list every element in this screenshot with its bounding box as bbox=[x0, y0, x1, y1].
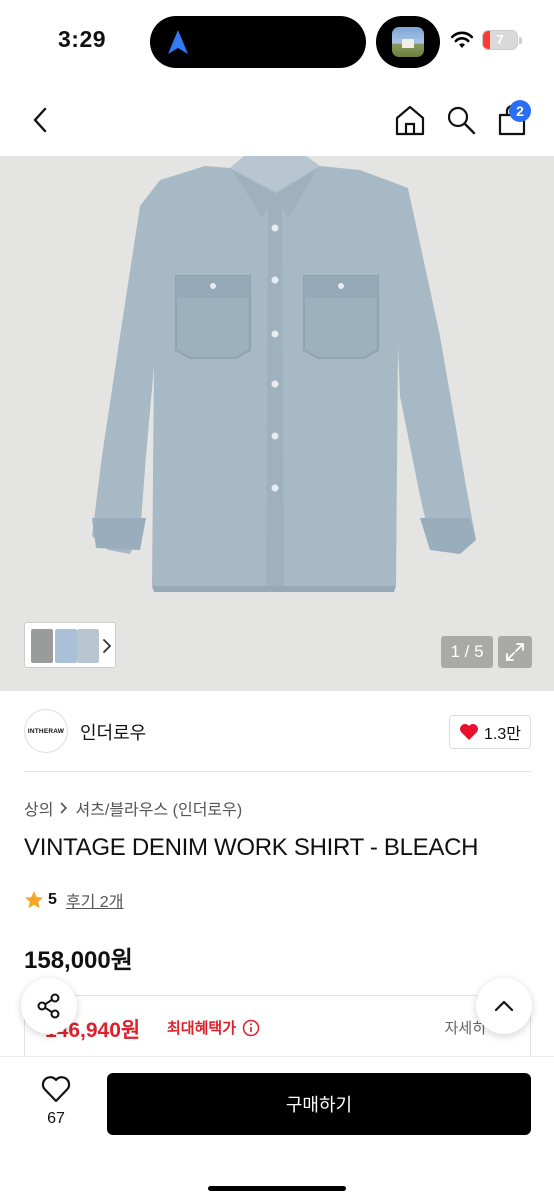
thumbnail-gray[interactable] bbox=[31, 629, 53, 663]
battery-percent: 7 bbox=[496, 32, 504, 47]
bottom-action-bar: 67 구매하기 bbox=[0, 1056, 554, 1200]
wishlist-count: 67 bbox=[47, 1110, 65, 1127]
scroll-top-button[interactable] bbox=[476, 978, 532, 1034]
back-icon bbox=[33, 107, 47, 133]
home-button[interactable] bbox=[392, 100, 428, 140]
brand-row[interactable]: INTHERAW 인더로우 1.3만 bbox=[24, 707, 531, 757]
product-title: VINTAGE DENIM WORK SHIRT - BLEACH bbox=[24, 834, 479, 861]
divider bbox=[24, 771, 531, 772]
product-photo bbox=[92, 156, 476, 592]
max-benefit-box[interactable]: 146,940원 최대혜택가 자세히 bbox=[24, 995, 531, 1065]
status-time: 3:29 bbox=[58, 26, 107, 52]
breadcrumb-level2[interactable]: 셔츠/블라우스 (인더로우) bbox=[75, 796, 242, 820]
benefit-label: 최대혜택가 bbox=[167, 1017, 260, 1038]
live-activity-thumbnail bbox=[392, 27, 424, 57]
thumbnail-strip[interactable] bbox=[24, 622, 116, 668]
wishlist-button[interactable]: 67 bbox=[28, 1075, 84, 1135]
chevron-up-icon bbox=[494, 1000, 514, 1012]
battery-cap bbox=[519, 37, 522, 44]
back-button[interactable] bbox=[22, 102, 58, 138]
share-button[interactable] bbox=[21, 978, 77, 1034]
expand-icon bbox=[506, 643, 524, 661]
brand-logo[interactable]: INTHERAW bbox=[24, 709, 68, 753]
thumbnail-light[interactable] bbox=[77, 629, 99, 663]
buy-button[interactable]: 구매하기 bbox=[107, 1073, 531, 1135]
brand-like-count: 1.3만 bbox=[484, 726, 521, 743]
rating-row: 5 후기 2개 bbox=[24, 888, 123, 912]
live-activity-pill bbox=[376, 16, 440, 68]
chevron-right-icon bbox=[60, 802, 68, 814]
dynamic-island bbox=[150, 16, 366, 68]
expand-button[interactable] bbox=[498, 636, 532, 668]
home-indicator bbox=[208, 1186, 346, 1191]
heart-icon bbox=[460, 724, 479, 740]
app-header bbox=[0, 84, 554, 156]
product-image-gallery[interactable]: 1 / 5 bbox=[0, 156, 554, 691]
share-icon bbox=[37, 993, 60, 1019]
review-link[interactable]: 후기 2개 bbox=[66, 888, 124, 912]
thumbnail-blue[interactable] bbox=[55, 629, 77, 663]
star-icon bbox=[25, 891, 43, 909]
info-icon[interactable] bbox=[242, 1019, 260, 1037]
heart-outline-icon bbox=[41, 1076, 71, 1103]
status-bar: 3:29 7 bbox=[0, 0, 554, 84]
search-button[interactable] bbox=[443, 100, 479, 140]
breadcrumb-level1[interactable]: 상의 bbox=[24, 796, 53, 820]
cart-count-badge: 2 bbox=[509, 100, 531, 122]
navigation-arrow-icon bbox=[168, 30, 188, 54]
brand-like-button[interactable]: 1.3만 bbox=[449, 715, 531, 749]
search-icon bbox=[447, 106, 476, 135]
brand-name[interactable]: 인더로우 bbox=[80, 719, 146, 745]
battery-indicator: 7 bbox=[482, 30, 518, 50]
wifi-icon bbox=[450, 31, 474, 48]
breadcrumb: 상의 셔츠/블라우스 (인더로우) bbox=[24, 796, 242, 820]
benefit-label-text: 최대혜택가 bbox=[167, 1020, 237, 1037]
image-counter: 1 / 5 bbox=[441, 636, 493, 668]
product-price: 158,000원 bbox=[24, 947, 133, 974]
rating-value: 5 bbox=[48, 891, 57, 908]
chevron-right-icon bbox=[103, 639, 112, 653]
home-icon bbox=[395, 105, 425, 136]
